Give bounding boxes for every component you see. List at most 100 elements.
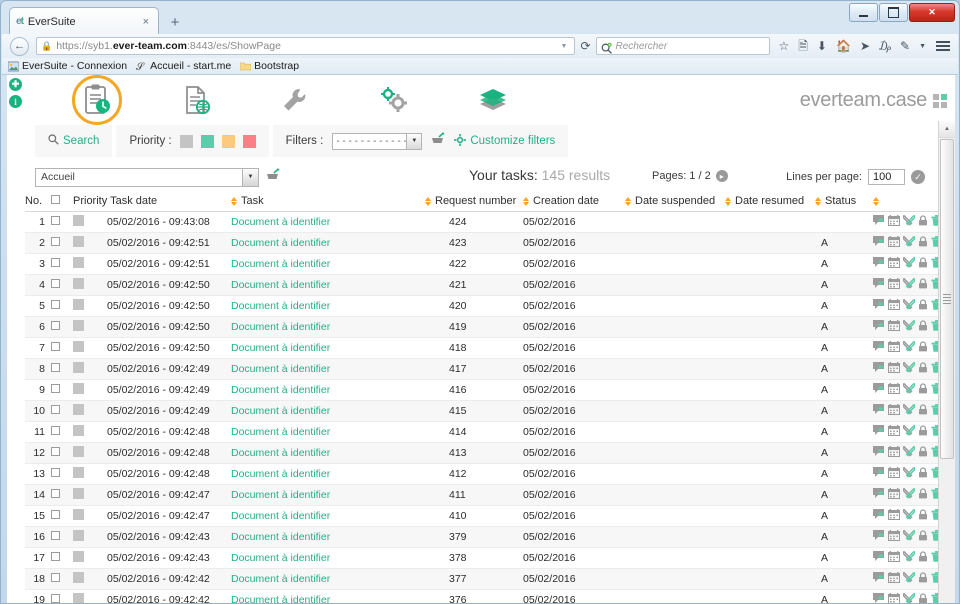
table-row[interactable]: 12 05/02/2016 - 09:42:48 Document à iden… — [25, 442, 949, 464]
calendar-icon[interactable] — [888, 530, 900, 544]
priority-indicator[interactable] — [73, 383, 84, 394]
bookmark-eversuite[interactable]: EverSuite - Connexion — [7, 60, 127, 72]
task-link[interactable]: Document à identifier — [231, 552, 330, 564]
note-icon[interactable] — [873, 572, 885, 586]
priority-swatch-low[interactable] — [200, 134, 214, 148]
lock-icon[interactable] — [918, 257, 928, 271]
lock-icon[interactable] — [918, 488, 928, 502]
tools-icon[interactable] — [902, 214, 916, 229]
table-row[interactable]: 11 05/02/2016 - 09:42:48 Document à iden… — [25, 421, 949, 443]
table-row[interactable]: 16 05/02/2016 - 09:42:43 Document à iden… — [25, 526, 949, 548]
scrollbar-thumb[interactable] — [940, 139, 954, 459]
priority-indicator[interactable] — [73, 467, 84, 478]
calendar-icon[interactable] — [888, 446, 900, 460]
table-row[interactable]: 4 05/02/2016 - 09:42:50 Document à ident… — [25, 274, 949, 296]
sort-icon[interactable] — [231, 196, 238, 206]
note-icon[interactable] — [873, 236, 885, 250]
nav-icon-tasks[interactable] — [47, 75, 146, 125]
calendar-icon[interactable] — [888, 278, 900, 292]
tools-icon[interactable] — [902, 403, 916, 418]
priority-indicator[interactable] — [73, 509, 84, 520]
lock-icon[interactable] — [918, 467, 928, 481]
tools-icon[interactable] — [902, 445, 916, 460]
reload-icon[interactable]: ⟳ — [580, 39, 590, 53]
sort-icon[interactable] — [873, 196, 880, 206]
expand-icon[interactable]: ✚ — [9, 78, 22, 91]
priority-swatch-none[interactable] — [179, 134, 193, 148]
task-link[interactable]: Document à identifier — [231, 447, 330, 459]
priority-indicator[interactable] — [73, 320, 84, 331]
chevron-down-icon[interactable]: ▼ — [242, 168, 258, 186]
tools-icon[interactable] — [902, 592, 916, 603]
tools-icon[interactable] — [902, 466, 916, 481]
calendar-icon[interactable] — [888, 257, 900, 271]
tools-icon[interactable] — [902, 298, 916, 313]
calendar-icon[interactable] — [888, 509, 900, 523]
table-row[interactable]: 9 05/02/2016 - 09:42:49 Document à ident… — [25, 379, 949, 401]
calendar-icon[interactable] — [888, 362, 900, 376]
note-icon[interactable] — [873, 593, 885, 603]
priority-indicator[interactable] — [73, 257, 84, 268]
go-folder-icon[interactable] — [266, 168, 280, 186]
tools-icon[interactable] — [902, 529, 916, 544]
customize-filters-button[interactable]: Customize filters — [454, 133, 555, 149]
table-row[interactable]: 1 05/02/2016 - 09:43:08 Document à ident… — [25, 211, 949, 233]
calendar-icon[interactable] — [888, 425, 900, 439]
row-checkbox[interactable] — [51, 384, 60, 393]
note-icon[interactable] — [873, 299, 885, 313]
tools-icon[interactable] — [902, 256, 916, 271]
lock-icon[interactable] — [918, 404, 928, 418]
row-checkbox[interactable] — [51, 426, 60, 435]
filter-select[interactable]: - - - - - - - - - - - - - - - - - - - - … — [332, 132, 423, 150]
bookmark-star-icon[interactable]: ☆ — [779, 40, 790, 52]
calendar-icon[interactable] — [888, 320, 900, 334]
lock-icon[interactable] — [918, 509, 928, 523]
download-icon[interactable]: ⬇ — [817, 40, 827, 52]
row-checkbox[interactable] — [51, 510, 60, 519]
calendar-icon[interactable] — [888, 404, 900, 418]
home-icon[interactable]: 🏠 — [836, 40, 851, 52]
calendar-icon[interactable] — [888, 236, 900, 250]
vertical-scrollbar[interactable]: ▲ — [938, 121, 955, 603]
sort-icon[interactable] — [815, 196, 822, 206]
search-button[interactable]: Search — [48, 134, 99, 148]
task-link[interactable]: Document à identifier — [231, 573, 330, 585]
lock-icon[interactable] — [918, 425, 928, 439]
pocket-icon[interactable]: ➤ — [860, 40, 870, 52]
row-checkbox[interactable] — [51, 573, 60, 582]
note-icon[interactable] — [873, 362, 885, 376]
note-icon[interactable] — [873, 383, 885, 397]
col-creation-date[interactable]: Creation date — [523, 193, 625, 212]
note-icon[interactable] — [873, 341, 885, 355]
priority-indicator[interactable] — [73, 488, 84, 499]
nav-icon-new-document[interactable] — [146, 77, 245, 123]
task-link[interactable]: Document à identifier — [231, 237, 330, 249]
priority-indicator[interactable] — [73, 404, 84, 415]
task-link[interactable]: Document à identifier — [231, 342, 330, 354]
priority-indicator[interactable] — [73, 593, 84, 603]
calendar-icon[interactable] — [888, 467, 900, 481]
tools-icon[interactable] — [902, 424, 916, 439]
note-icon[interactable] — [873, 320, 885, 334]
lock-icon[interactable] — [918, 446, 928, 460]
note-icon[interactable] — [873, 488, 885, 502]
close-tab-icon[interactable]: × — [140, 16, 152, 28]
task-link[interactable]: Document à identifier — [231, 300, 330, 312]
row-checkbox[interactable] — [51, 447, 60, 456]
note-icon[interactable] — [873, 530, 885, 544]
lock-icon[interactable] — [918, 320, 928, 334]
row-checkbox[interactable] — [51, 363, 60, 372]
folder-select[interactable]: Accueil ▼ — [35, 167, 259, 187]
tools-icon[interactable] — [902, 319, 916, 334]
calendar-icon[interactable] — [888, 593, 900, 603]
table-row[interactable]: 6 05/02/2016 - 09:42:50 Document à ident… — [25, 316, 949, 338]
table-row[interactable]: 15 05/02/2016 - 09:42:47 Document à iden… — [25, 505, 949, 527]
lock-icon[interactable] — [918, 215, 928, 229]
priority-indicator[interactable] — [73, 341, 84, 352]
table-row[interactable]: 14 05/02/2016 - 09:42:47 Document à iden… — [25, 484, 949, 506]
note-icon[interactable] — [873, 446, 885, 460]
calendar-icon[interactable] — [888, 551, 900, 565]
browser-search-box[interactable]: Rechercher — [595, 37, 770, 55]
row-checkbox[interactable] — [51, 342, 60, 351]
tools-icon[interactable] — [902, 487, 916, 502]
